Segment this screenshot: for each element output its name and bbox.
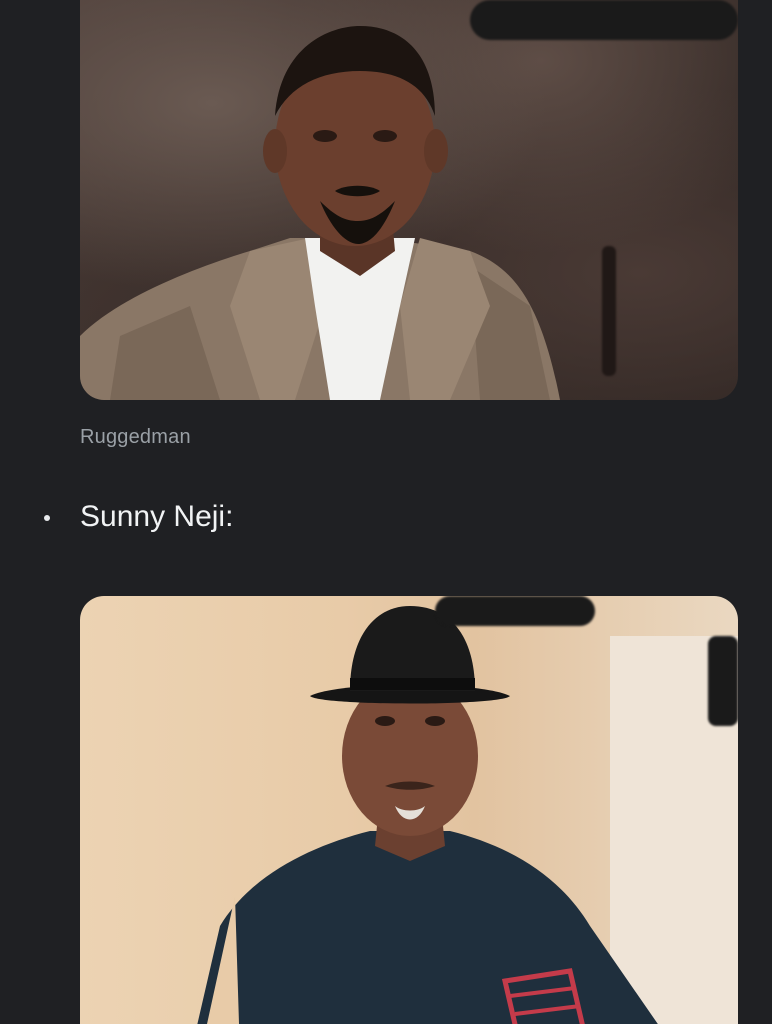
redaction-overlay [435,596,595,626]
list-item-label: Sunny Neji: [80,500,234,533]
sunny-neji-portrait [197,606,738,1024]
ruggedman-image[interactable] [80,0,738,400]
redaction-overlay [470,0,738,40]
list-item: Sunny Neji: [44,500,233,534]
ruggedman-portrait [80,26,560,400]
sunny-neji-image[interactable] [80,596,738,1024]
image-caption: Ruggedman [80,426,191,448]
redaction-overlay [602,246,616,376]
bullet-icon [44,515,50,521]
chat-response-content: Ruggedman Sunny Neji: [0,0,772,1024]
redaction-overlay [708,636,738,726]
